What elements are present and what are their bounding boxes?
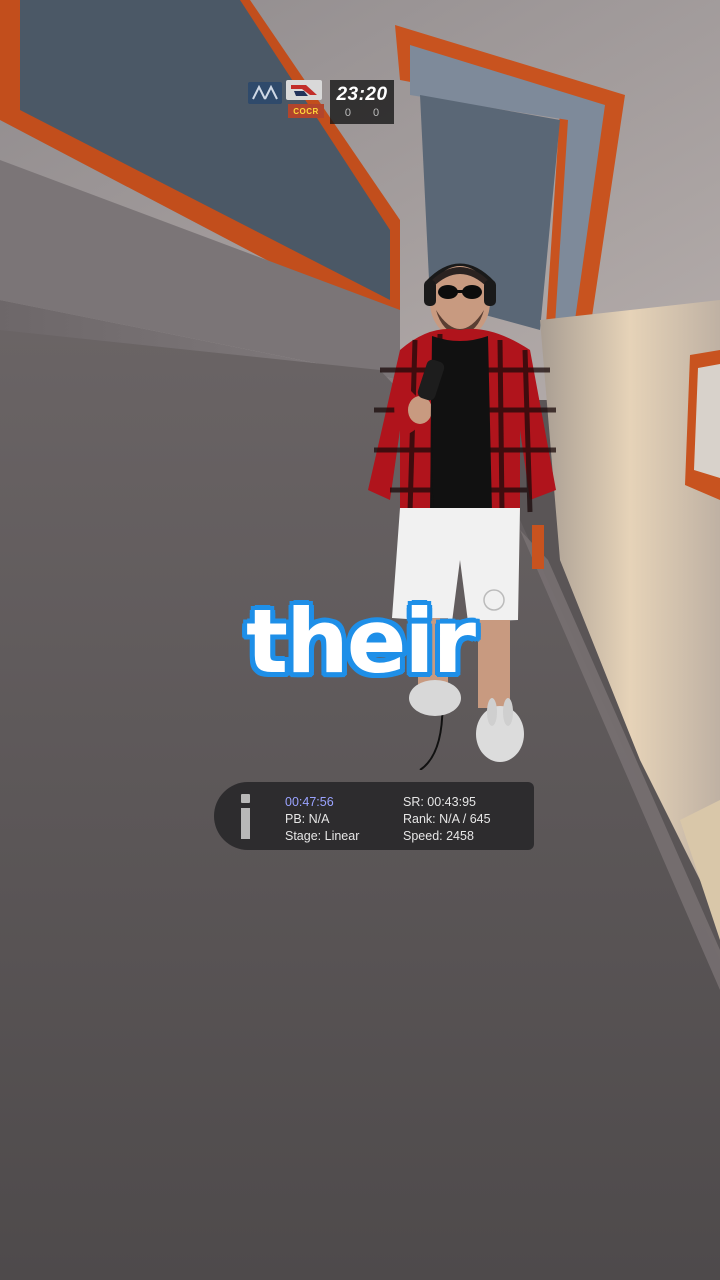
score-right: 0 xyxy=(373,107,380,119)
round-timer: 23:20 xyxy=(336,84,388,105)
run-stats-left: 00:47:56 PB: N/A Stage: Linear xyxy=(285,794,359,845)
ct-team-logo-icon xyxy=(248,82,282,104)
t-team-logo-icon xyxy=(286,80,322,100)
server-record: SR: 00:43:95 xyxy=(403,795,476,809)
speedrun-hud: 00:47:56 PB: N/A Stage: Linear SR: 00:43… xyxy=(214,782,534,850)
speed-label: Speed: 2458 xyxy=(403,829,474,843)
rank-label: Rank: N/A / 645 xyxy=(403,812,491,826)
score-left: 0 xyxy=(344,107,351,119)
current-time: 00:47:56 xyxy=(285,795,334,809)
run-stats-right: SR: 00:43:95 Rank: N/A / 645 Speed: 2458 xyxy=(403,794,491,845)
team-scores: 0 0 xyxy=(345,107,379,119)
info-icon xyxy=(238,794,252,840)
round-timer-box: 23:20 0 0 xyxy=(330,80,394,124)
match-scoreboard: COCR 23:20 0 0 xyxy=(248,80,394,124)
personal-best: PB: N/A xyxy=(285,812,330,826)
team-tag: COCR xyxy=(288,104,324,118)
subtitle-caption: their xyxy=(246,590,476,693)
stage-label: Stage: Linear xyxy=(285,829,360,843)
